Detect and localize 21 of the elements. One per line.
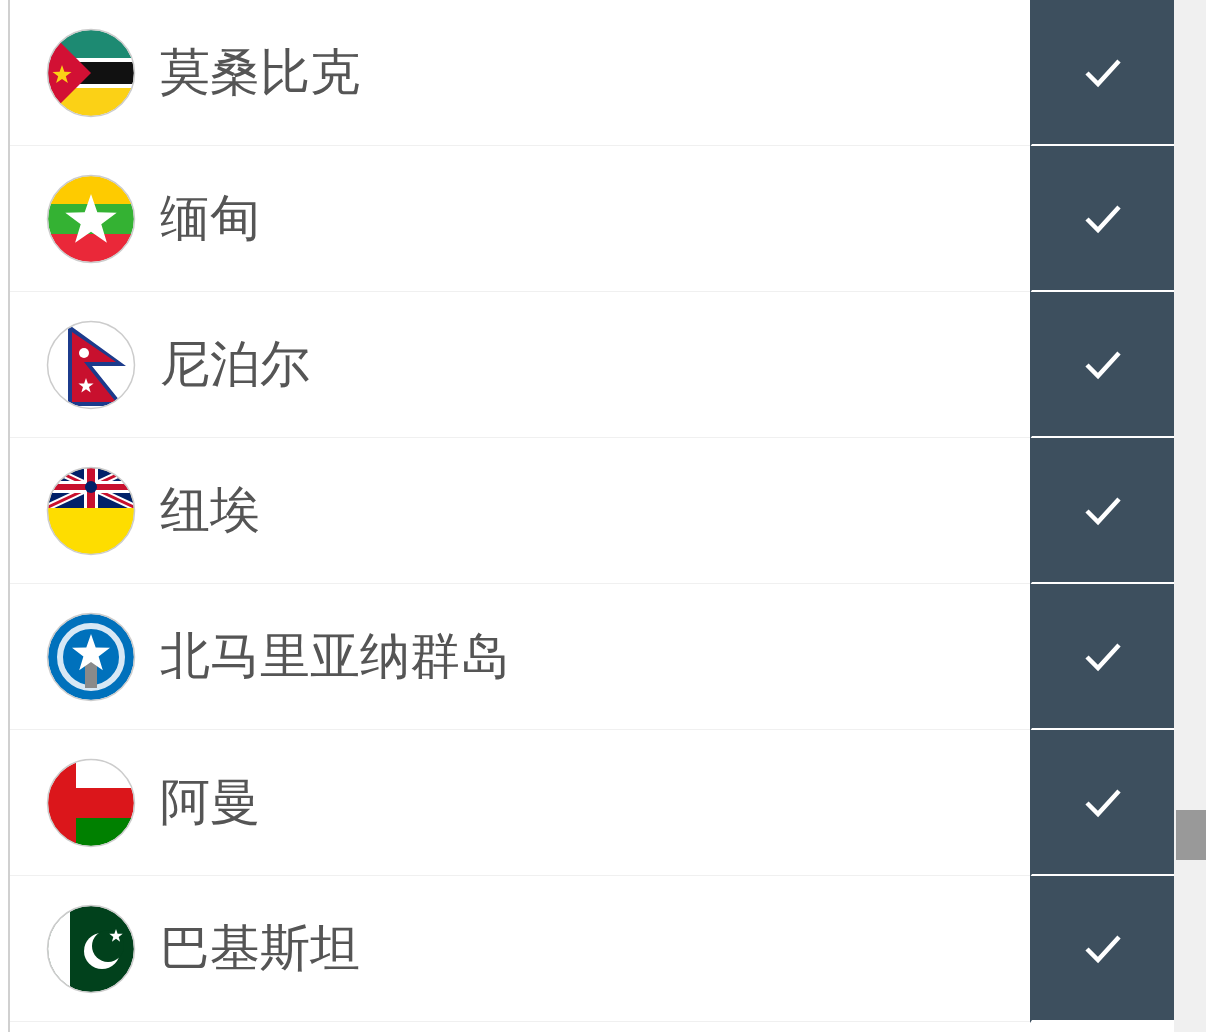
check-button[interactable] — [1030, 146, 1175, 293]
check-button[interactable] — [1030, 730, 1175, 877]
check-button[interactable] — [1030, 292, 1175, 439]
country-name: 缅甸 — [160, 188, 260, 249]
country-name: 巴基斯坦 — [160, 918, 360, 979]
country-name: 阿曼 — [160, 772, 260, 833]
flag-icon — [46, 465, 136, 556]
flag-icon — [46, 757, 136, 848]
country-name: 尼泊尔 — [160, 334, 310, 395]
country-name: 莫桑比克 — [160, 42, 360, 103]
flag-icon — [46, 27, 136, 118]
scrollbar-thumb[interactable] — [1176, 810, 1206, 860]
flag-icon — [46, 319, 136, 410]
flag-icon — [46, 173, 136, 264]
check-button[interactable] — [1030, 438, 1175, 585]
check-button[interactable] — [1030, 584, 1175, 731]
country-name: 北马里亚纳群岛 — [160, 626, 510, 687]
check-button[interactable] — [1030, 876, 1175, 1023]
country-name: 纽埃 — [160, 480, 260, 541]
scrollbar[interactable] — [1174, 0, 1206, 1032]
check-button[interactable] — [1030, 0, 1175, 147]
